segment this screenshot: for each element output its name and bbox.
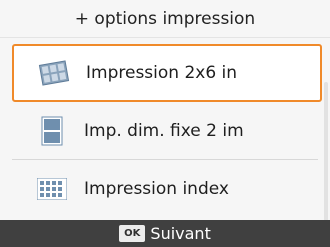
next-action-label: Suivant bbox=[150, 224, 211, 243]
menu-item-print-index[interactable]: Impression index bbox=[12, 160, 322, 218]
index-grid-icon bbox=[34, 174, 70, 204]
menu-item-print-2x6[interactable]: Impression 2x6 in bbox=[12, 44, 322, 102]
ok-button-icon: OK bbox=[119, 225, 146, 242]
menu-title: + options impression bbox=[74, 8, 256, 29]
menu-item-label: Imp. dim. fixe 2 im bbox=[84, 121, 244, 141]
two-image-fixed-size-icon bbox=[34, 116, 70, 146]
photo-strip-icon bbox=[36, 58, 72, 88]
menu-item-fixed-size-2-images[interactable]: Imp. dim. fixe 2 im bbox=[12, 102, 322, 160]
print-options-menu: Impression 2x6 in Imp. dim. fixe 2 im Im… bbox=[0, 38, 330, 247]
menu-title-bar: + options impression bbox=[0, 0, 330, 38]
menu-item-label: Impression 2x6 in bbox=[86, 63, 238, 83]
menu-item-label: Impression index bbox=[84, 179, 229, 199]
button-guide-bar: OK Suivant bbox=[0, 220, 330, 247]
